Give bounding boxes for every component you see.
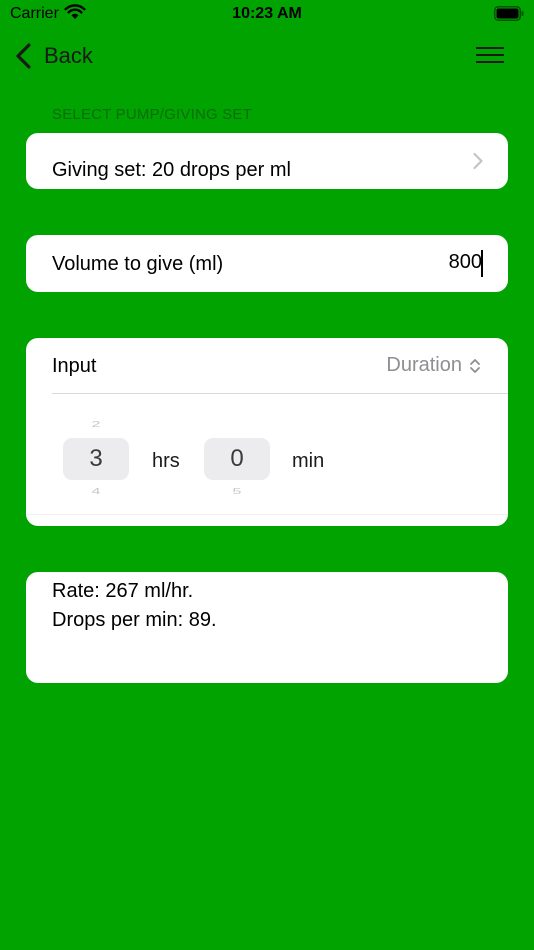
chevron-left-icon bbox=[16, 43, 31, 69]
minutes-unit-label: min bbox=[292, 450, 325, 472]
text-cursor bbox=[481, 250, 483, 277]
input-card: Input Duration bbox=[26, 338, 508, 526]
back-button[interactable]: Back bbox=[14, 40, 93, 72]
input-label: Input bbox=[52, 355, 97, 377]
navigation-bar: Back bbox=[0, 34, 534, 78]
battery-icon bbox=[494, 6, 524, 21]
picker-bottom-line bbox=[26, 514, 508, 515]
drops-per-min-result: Drops per min: 89. bbox=[52, 609, 217, 631]
input-mode-select[interactable]: Duration bbox=[386, 354, 482, 377]
back-label: Back bbox=[44, 43, 93, 68]
hours-prev-value: 2 bbox=[91, 420, 101, 430]
chevron-up-down-icon bbox=[470, 358, 480, 373]
hamburger-menu-icon[interactable] bbox=[476, 44, 504, 66]
section-header: SELECT PUMP/GIVING SET bbox=[52, 106, 253, 123]
hours-selected-value[interactable]: 3 bbox=[63, 438, 129, 480]
hours-next-value: 4 bbox=[91, 487, 101, 497]
volume-label: Volume to give (ml) bbox=[52, 253, 224, 275]
rate-result: Rate: 267 ml/hr. bbox=[52, 580, 194, 602]
divider bbox=[52, 393, 508, 394]
volume-row: Volume to give (ml) bbox=[26, 235, 508, 292]
status-time: 10:23 AM bbox=[232, 5, 302, 22]
hours-unit-label: hrs bbox=[152, 450, 180, 472]
result-card: Rate: 267 ml/hr. Drops per min: 89. bbox=[26, 572, 508, 683]
minutes-selected-value[interactable]: 0 bbox=[204, 438, 270, 480]
status-bar: Carrier 10:23 AM bbox=[0, 0, 534, 30]
giving-set-label: Giving set: 20 drops per ml bbox=[52, 159, 291, 181]
minutes-next-value: 5 bbox=[232, 487, 242, 497]
volume-input[interactable] bbox=[382, 251, 482, 274]
chevron-right-icon bbox=[473, 152, 483, 170]
input-mode-value: Duration bbox=[386, 354, 462, 376]
giving-set-row[interactable]: Giving set: 20 drops per ml bbox=[26, 133, 508, 189]
